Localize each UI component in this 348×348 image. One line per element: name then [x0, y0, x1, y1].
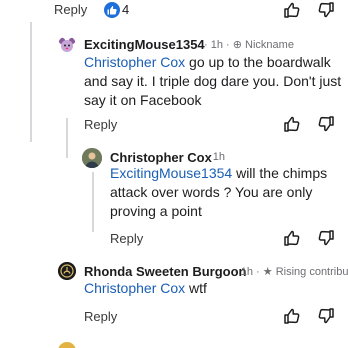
- comment-body: Christopher Cox wtf: [84, 279, 346, 298]
- thumbs-up-icon: [284, 308, 300, 324]
- comment-time: 1h: [240, 266, 253, 278]
- downvote-button[interactable]: [316, 114, 336, 134]
- nickname-badge: Nickname: [245, 39, 294, 51]
- comment-author[interactable]: Rhonda Sweeten Burgoon: [84, 264, 247, 279]
- upvote-button[interactable]: [282, 114, 302, 134]
- thumbs-down-icon: [318, 308, 334, 324]
- thumbs-down-icon: [318, 2, 334, 18]
- comment-author[interactable]: ExcitingMouse1354: [84, 37, 205, 52]
- mention-link[interactable]: ExcitingMouse1354: [110, 165, 232, 181]
- thumbs-up-icon: [284, 230, 300, 246]
- top-downvote-button[interactable]: [316, 0, 336, 20]
- downvote-button[interactable]: [316, 228, 336, 248]
- comment-time: 1h: [212, 151, 225, 163]
- person-avatar-icon: [82, 148, 102, 168]
- star-icon: ★: [262, 266, 273, 278]
- top-reply-button[interactable]: Reply: [54, 2, 87, 17]
- thumbs-up-icon: [284, 116, 300, 132]
- mention-link[interactable]: Christopher Cox: [84, 280, 185, 296]
- mention-link[interactable]: Christopher Cox: [84, 54, 185, 70]
- avatar[interactable]: [58, 262, 76, 280]
- upvote-button[interactable]: [282, 228, 302, 248]
- emblem-avatar-icon: [58, 262, 76, 280]
- reaction-badge: [104, 2, 120, 18]
- rising-contributor-badge: Rising contribut: [275, 266, 348, 278]
- reply-button[interactable]: Reply: [110, 231, 143, 246]
- avatar[interactable]: [58, 342, 76, 348]
- comment-text: wtf: [185, 280, 207, 296]
- comment-meta: · 1h: [206, 151, 225, 163]
- thumbs-up-icon: [284, 2, 300, 18]
- comment-time: 1h: [210, 39, 223, 51]
- thread-line-curve: [66, 118, 68, 158]
- reply-button[interactable]: Reply: [84, 309, 117, 324]
- upvote-button[interactable]: [282, 306, 302, 326]
- comment-body: ExcitingMouse1354 will the chimps attack…: [110, 164, 340, 221]
- thumbs-up-badge-icon: [107, 5, 117, 15]
- globe-icon: ⊕: [232, 39, 242, 51]
- avatar[interactable]: [58, 36, 76, 54]
- reply-button[interactable]: Reply: [84, 117, 117, 132]
- mouse-avatar-icon: [58, 37, 76, 52]
- reaction-count: 4: [122, 2, 130, 17]
- avatar[interactable]: [82, 148, 102, 168]
- thumbs-down-icon: [318, 116, 334, 132]
- comment-author[interactable]: Christopher Cox: [110, 150, 212, 165]
- comment-body: Christopher Cox go up to the boardwalk a…: [84, 53, 346, 110]
- downvote-button[interactable]: [316, 306, 336, 326]
- top-upvote-button[interactable]: [282, 0, 302, 20]
- thread-line-main: [30, 22, 32, 142]
- thread-line-nested: [92, 172, 94, 232]
- comment-meta: · 1h · ⊕ Nickname: [204, 39, 294, 51]
- comment-meta: · 1h · ★ Rising contribut: [234, 265, 348, 278]
- thumbs-down-icon: [318, 230, 334, 246]
